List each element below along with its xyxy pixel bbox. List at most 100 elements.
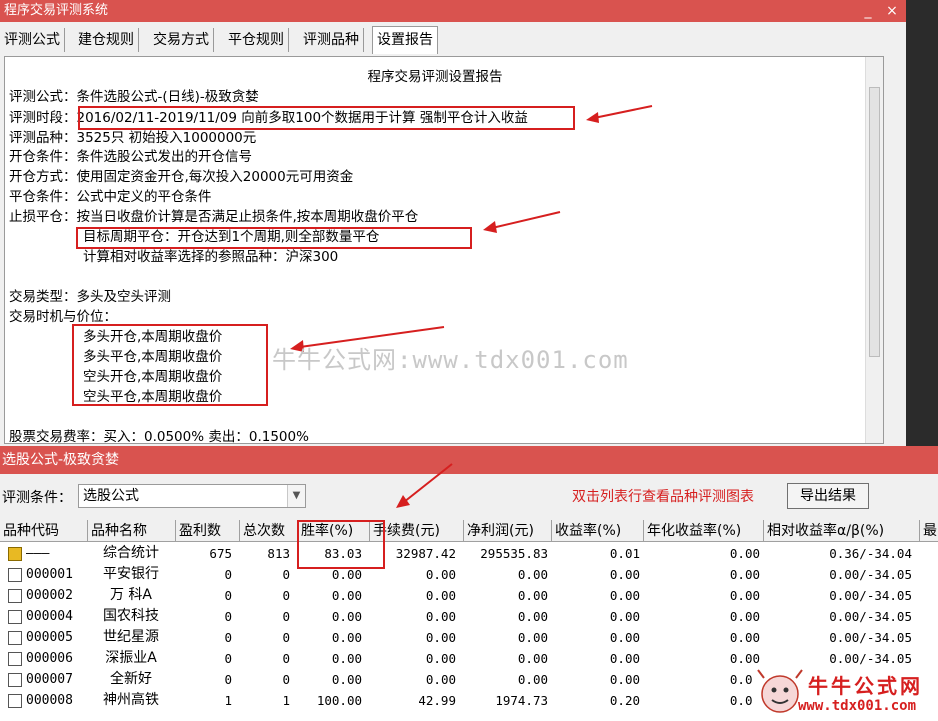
- cell-name: 综合统计: [103, 545, 159, 561]
- cell-win: 675: [209, 546, 232, 561]
- table-header: 品种代码 品种名称 盈利数 总次数 胜率(%) 手续费(元) 净利润(元) 收益…: [0, 520, 938, 542]
- cell-ret: 0.00: [609, 567, 640, 582]
- report-line: 开仓条件：条件选股公式发出的开仓信号: [9, 149, 252, 165]
- arrow-icon: [586, 105, 653, 123]
- cell-rel: 0.00/-34.05: [829, 567, 912, 582]
- cell-ret: 0.01: [609, 546, 640, 561]
- cell-name: 神州高铁: [103, 692, 159, 708]
- scrollbar-thumb[interactable]: [869, 87, 880, 357]
- cell-name: 全新好: [110, 671, 152, 687]
- file-icon: [8, 673, 22, 687]
- report-scrollbar[interactable]: [865, 57, 883, 443]
- tab-close-rule[interactable]: 平仓规则: [224, 28, 289, 52]
- cell-win: 0: [224, 672, 232, 687]
- cell-total: 0: [282, 651, 290, 666]
- cell-profit: 0.00: [517, 567, 548, 582]
- condition-select[interactable]: 选股公式 ▼: [78, 484, 306, 508]
- cell-total: 0: [282, 588, 290, 603]
- cell-profit: 1974.73: [495, 693, 548, 708]
- cell-fee: 0.00: [425, 630, 456, 645]
- table-row[interactable]: ——— 综合统计 675 813 83.03 32987.42 295535.83 0.01 0…: [0, 543, 938, 564]
- table-row[interactable]: 000001 平安银行 0 0 0.00 0.00 0.00 0.00 0.00 0.00/-34…: [0, 564, 938, 585]
- col-relative[interactable]: 相对收益率α/β(%): [764, 520, 920, 542]
- report-heading: 程序交易评测设置报告: [367, 69, 503, 85]
- report-line: 股票交易费率：买入：0.0500% 卖出：0.1500%: [9, 429, 309, 444]
- cell-ret: 0.00: [609, 651, 640, 666]
- cell-code: 000008: [4, 690, 90, 711]
- tab-open-rule[interactable]: 建仓规则: [74, 28, 139, 52]
- report-line: 平仓条件：公式中定义的平仓条件: [9, 189, 212, 205]
- arrow-icon: [396, 463, 453, 508]
- col-return[interactable]: 收益率(%): [552, 520, 644, 542]
- table-row[interactable]: 000005 世纪星源 0 0 0.00 0.00 0.00 0.00 0.00 0.00/-34…: [0, 627, 938, 648]
- tab-trade-mode[interactable]: 交易方式: [149, 28, 214, 52]
- col-name[interactable]: 品种名称: [88, 520, 176, 542]
- cell-annual: 0.00: [729, 588, 760, 603]
- report-line: 计算相对收益率选择的参照品种：沪深300: [83, 249, 339, 265]
- cell-rate: 0.00: [331, 651, 362, 666]
- window-titlebar[interactable]: 程序交易评测系统: [0, 0, 906, 22]
- code-text: 000002: [26, 588, 73, 603]
- chevron-down-icon[interactable]: ▼: [287, 485, 305, 507]
- cell-rate: 0.00: [331, 609, 362, 624]
- code-text: 000001: [26, 567, 73, 582]
- condition-value: 选股公式: [83, 488, 139, 504]
- cell-win: 0: [224, 630, 232, 645]
- close-button[interactable]: ×: [880, 0, 904, 22]
- tab-symbols[interactable]: 评测品种: [299, 28, 364, 52]
- panel-title: 选股公式-极致贪婪: [0, 446, 938, 474]
- code-text: ———: [26, 546, 50, 561]
- cell-rate: 0.00: [331, 672, 362, 687]
- file-icon: [8, 631, 22, 645]
- report-line: 评测品种：3525只 初始投入1000000元: [9, 130, 257, 146]
- cell-total: 0: [282, 567, 290, 582]
- cell-annual: 0.00: [729, 567, 760, 582]
- file-icon: [8, 694, 22, 708]
- report-line: 止损平仓：按当日收盘价计算是否满足止损条件,按本周期收盘价平仓: [9, 209, 419, 225]
- code-text: 000008: [26, 693, 73, 708]
- tab-formula[interactable]: 评测公式: [0, 28, 65, 52]
- cell-profit: 0.00: [517, 588, 548, 603]
- site-logo: 牛牛公式网 www.tdx001.com: [752, 668, 938, 721]
- col-profit[interactable]: 净利润(元): [464, 520, 552, 542]
- cell-win: 0: [224, 588, 232, 603]
- cell-rel: 0.00/-34.05: [829, 588, 912, 603]
- code-text: 000004: [26, 609, 73, 624]
- minimize-button[interactable]: _: [856, 0, 880, 22]
- cell-total: 1: [282, 693, 290, 708]
- cell-rel: 0.00/-34.05: [829, 630, 912, 645]
- cell-profit: 0.00: [517, 672, 548, 687]
- watermark-text: 牛牛公式网:www.tdx001.com: [272, 346, 629, 374]
- cell-fee: 0.00: [425, 672, 456, 687]
- file-icon: [8, 568, 22, 582]
- col-win[interactable]: 盈利数: [176, 520, 240, 542]
- cell-code: 000007: [4, 669, 90, 690]
- cell-win: 0: [224, 567, 232, 582]
- cell-annual: 0.00: [729, 693, 760, 708]
- table-row[interactable]: 000004 国农科技 0 0 0.00 0.00 0.00 0.00 0.00 0.00/-34…: [0, 606, 938, 627]
- highlight-box: [72, 324, 268, 406]
- file-icon: [8, 652, 22, 666]
- tab-bar: 评测公式 建仓规则 交易方式 平仓规则 评测品种 设置报告: [0, 26, 906, 54]
- cell-total: 0: [282, 672, 290, 687]
- cell-profit: 0.00: [517, 651, 548, 666]
- logo-name: 牛牛公式网: [808, 674, 923, 698]
- col-code[interactable]: 品种代码: [0, 520, 88, 542]
- condition-label: 评测条件：: [2, 490, 72, 506]
- cell-code: 000002: [4, 585, 90, 606]
- col-total[interactable]: 总次数: [240, 520, 298, 542]
- report-line: 开仓方式：使用固定资金开仓,每次投入20000元可用资金: [9, 169, 354, 185]
- cell-code: 000004: [4, 606, 90, 627]
- report-line: 交易类型：多头及空头评测: [9, 289, 171, 305]
- export-button[interactable]: 导出结果: [787, 483, 869, 509]
- cell-annual: 0.00: [729, 546, 760, 561]
- cell-code: 000006: [4, 648, 90, 669]
- col-more[interactable]: 最: [920, 520, 938, 542]
- hint-text: 双击列表行查看品种评测图表: [572, 489, 754, 505]
- table-row[interactable]: 000006 深振业A 0 0 0.00 0.00 0.00 0.00 0.00 0.00/-34…: [0, 648, 938, 669]
- cell-fee: 42.99: [418, 693, 456, 708]
- cell-rate: 100.00: [316, 693, 362, 708]
- tab-report[interactable]: 设置报告: [372, 26, 438, 54]
- table-row[interactable]: 000002 万 科A 0 0 0.00 0.00 0.00 0.00 0.00 0.00/-34…: [0, 585, 938, 606]
- col-annual[interactable]: 年化收益率(%): [644, 520, 764, 542]
